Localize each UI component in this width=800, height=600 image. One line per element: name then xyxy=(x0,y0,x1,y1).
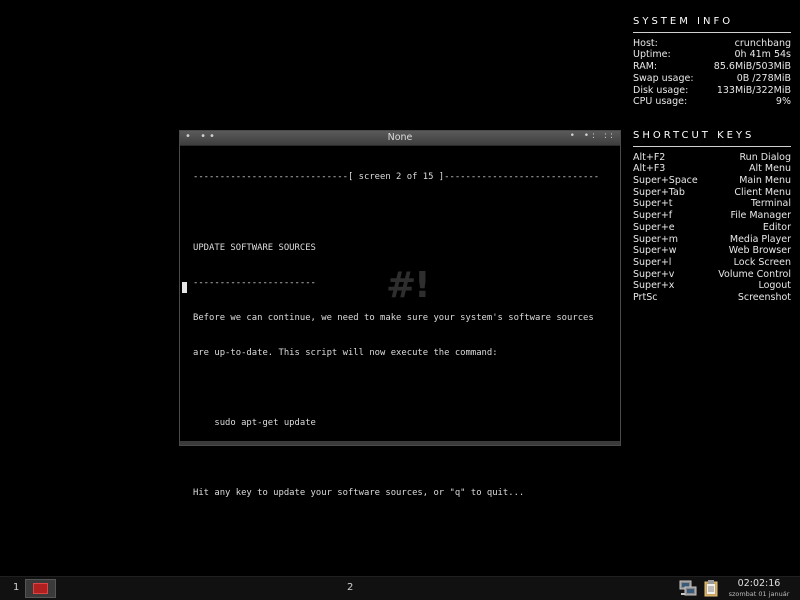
system-info-list: Host: crunchbang Uptime: 0h 41m 54s RAM: 85… xyxy=(633,38,791,108)
terminal-line: Hit any key to update your software sour… xyxy=(193,488,525,499)
shortcut-row: Super+Tab Client Menu xyxy=(633,186,791,198)
shortcut-row: Super+l Lock Screen xyxy=(633,256,791,268)
workspace-1[interactable]: 1 xyxy=(13,582,19,593)
shortcut-row: Super+w Web Browser xyxy=(633,245,791,257)
system-row-disk: Disk usage: 133MiB/322MiB xyxy=(633,84,791,96)
terminal-output[interactable]: -----------------------------[ screen 2 … xyxy=(181,147,619,498)
shortcut-keys-title: SHORTCUT KEYS xyxy=(633,129,755,141)
window-title: None xyxy=(387,132,413,143)
shortcut-row: Super+x Logout xyxy=(633,280,791,292)
desktop: SYSTEM INFO Host: crunchbang Uptime: 0h 41… xyxy=(0,0,800,576)
shortcut-row: Super+Space Main Menu xyxy=(633,175,791,187)
shortcut-row: Alt+F3 Alt Menu xyxy=(633,163,791,175)
shortcut-row: Super+v Volume Control xyxy=(633,268,791,280)
system-row-cpu: CPU usage: 9% xyxy=(633,96,791,108)
terminal-cursor xyxy=(182,282,187,293)
system-row-swap: Swap usage: 0B /278MiB xyxy=(633,72,791,84)
system-row-uptime: Uptime: 0h 41m 54s xyxy=(633,49,791,61)
workspace-2[interactable]: 2 xyxy=(347,582,353,593)
terminal-line: are up-to-date. This script will now exe… xyxy=(193,347,498,358)
window-controls-icon[interactable]: • •: :: xyxy=(570,131,616,141)
terminal-line: -----------------------------[ screen 2 … xyxy=(193,172,600,183)
shortcut-row: Super+m Media Player xyxy=(633,233,791,245)
terminal-line: Before we can continue, we need to make … xyxy=(193,312,594,323)
shortcut-row: PrtSc Screenshot xyxy=(633,292,791,304)
crunchbang-logo: #! xyxy=(386,265,431,306)
shortcut-row: Alt+F2 Run Dialog xyxy=(633,151,791,163)
clock-time: 02:02:16 xyxy=(737,578,781,589)
shortcut-row: Super+f File Manager xyxy=(633,210,791,222)
terminal-window[interactable]: • •• None • •: :: ----------------------… xyxy=(179,130,621,498)
conky-panel: SYSTEM INFO Host: crunchbang Uptime: 0h 41… xyxy=(633,16,791,304)
system-info-title: SYSTEM INFO xyxy=(633,16,734,27)
terminal-line: sudo apt-get update xyxy=(193,418,316,429)
shortcut-keys-list: Alt+F2 Run Dialog Alt+F3 Alt Menu Super+Sp… xyxy=(633,152,791,304)
terminal-app-icon xyxy=(33,583,48,594)
clipboard-icon[interactable] xyxy=(703,580,719,597)
taskbar: 1 2 02:02:16 szombat 01 január xyxy=(0,576,800,600)
shortcut-row: Super+t Terminal xyxy=(633,198,791,210)
shortcut-row: Super+e Editor xyxy=(633,221,791,233)
network-icon[interactable] xyxy=(679,580,697,597)
clock[interactable]: 02:02:16 szombat 01 január xyxy=(726,579,792,599)
system-row-ram: RAM: 85.6MiB/503MiB xyxy=(633,61,791,73)
window-bottom-border[interactable] xyxy=(180,441,620,445)
terminal-line: UPDATE SOFTWARE SOURCES xyxy=(193,242,316,253)
system-row-host: Host: crunchbang xyxy=(633,37,791,49)
shortcut-keys-divider xyxy=(633,145,791,147)
system-info-divider xyxy=(633,31,791,33)
taskbar-terminal-button[interactable] xyxy=(25,579,56,598)
clock-date: szombat 01 január xyxy=(728,590,790,598)
window-titlebar[interactable]: • •• None • •: :: xyxy=(180,131,620,146)
